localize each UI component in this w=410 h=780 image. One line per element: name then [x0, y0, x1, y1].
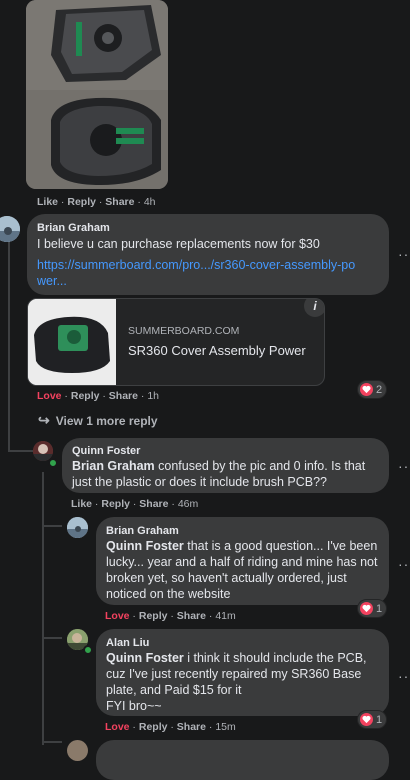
- reaction-count[interactable]: 1: [358, 600, 387, 617]
- scooter-cover-photo: [26, 0, 168, 189]
- thread-line: [42, 472, 44, 745]
- reply-button[interactable]: Reply: [71, 390, 100, 402]
- thread-line: [8, 420, 10, 450]
- reaction-count-text: 1: [376, 713, 383, 726]
- comment-actions: Love · Reply · Share · 15m: [105, 721, 236, 733]
- link-preview-card[interactable]: SUMMERBOARD.COM SR360 Cover Assembly Pow…: [27, 298, 325, 386]
- comment-actions: Love · Reply · Share · 41m: [105, 610, 236, 622]
- reply-bubble: Brian Graham Quinn Foster that is a good…: [96, 517, 389, 605]
- reaction-count[interactable]: 1: [358, 711, 387, 728]
- reaction-count[interactable]: 2: [358, 381, 387, 398]
- comment-author[interactable]: Quinn Foster: [72, 445, 140, 457]
- comment-author[interactable]: Alan Liu: [106, 637, 149, 649]
- comment-actions: Like · Reply · Share · 46m: [71, 498, 199, 510]
- comment-text: Quinn Foster i think it should include t…: [106, 650, 384, 714]
- reply-bubble: [96, 740, 389, 780]
- comment-actions: Love · Reply · Share · 1h: [37, 390, 160, 402]
- comment-text: Brian Graham confused by the pic and 0 i…: [72, 458, 382, 490]
- more-options-icon[interactable]: ···: [398, 556, 410, 572]
- share-button[interactable]: Share: [139, 498, 168, 510]
- share-button[interactable]: Share: [177, 721, 206, 733]
- thread-line: [42, 637, 62, 639]
- attached-photo[interactable]: [26, 0, 168, 189]
- online-status-dot: [83, 645, 93, 655]
- reply-button[interactable]: Reply: [67, 196, 96, 208]
- comment-text: I believe u can purchase replacements no…: [37, 237, 320, 251]
- reply-button[interactable]: Reply: [139, 610, 168, 622]
- preview-image: [28, 299, 116, 385]
- comment-text: Quinn Foster that is a good question... …: [106, 538, 384, 602]
- mention-link[interactable]: Quinn Foster: [106, 651, 184, 665]
- more-options-icon[interactable]: ···: [398, 668, 410, 684]
- photo-comment-actions: Like · Reply · Share · 4h: [37, 196, 156, 208]
- love-reaction-button[interactable]: Love: [37, 390, 62, 402]
- avatar[interactable]: [0, 216, 20, 242]
- online-status-dot: [48, 458, 58, 468]
- like-button[interactable]: Like: [37, 196, 58, 208]
- reply-arrow-icon: ↪: [38, 412, 50, 428]
- avatar[interactable]: [67, 517, 88, 538]
- reply-button[interactable]: Reply: [139, 721, 168, 733]
- avatar[interactable]: [67, 740, 88, 761]
- reaction-count-text: 1: [376, 602, 383, 615]
- thread-line: [42, 525, 62, 527]
- timestamp[interactable]: 46m: [178, 498, 198, 510]
- more-options-icon[interactable]: ···: [398, 246, 410, 262]
- thread-line: [42, 741, 62, 743]
- timestamp[interactable]: 1h: [147, 390, 159, 402]
- share-button[interactable]: Share: [105, 196, 134, 208]
- like-button[interactable]: Like: [71, 498, 92, 510]
- heart-icon: [360, 602, 373, 615]
- reaction-count-text: 2: [376, 383, 383, 396]
- reply-button[interactable]: Reply: [101, 498, 130, 510]
- comment-bubble: Brian Graham I believe u can purchase re…: [27, 214, 389, 295]
- share-button[interactable]: Share: [109, 390, 138, 402]
- timestamp[interactable]: 4h: [144, 196, 156, 208]
- preview-domain: SUMMERBOARD.COM: [128, 325, 240, 337]
- love-reaction-button[interactable]: Love: [105, 721, 130, 733]
- comment-bubble: Quinn Foster Brian Graham confused by th…: [62, 438, 389, 493]
- view-more-replies[interactable]: ↪ View 1 more reply: [38, 412, 158, 429]
- info-icon[interactable]: i: [304, 299, 324, 317]
- more-options-icon[interactable]: ···: [398, 458, 410, 474]
- love-reaction-button[interactable]: Love: [105, 610, 130, 622]
- mention-link[interactable]: Quinn Foster: [106, 539, 184, 553]
- view-more-label: View 1 more reply: [55, 413, 158, 428]
- thread-line: [8, 240, 10, 420]
- share-button[interactable]: Share: [177, 610, 206, 622]
- timestamp[interactable]: 41m: [215, 610, 235, 622]
- comment-body-line2: FYI bro~~: [106, 699, 162, 713]
- heart-icon: [360, 383, 373, 396]
- preview-title: SR360 Cover Assembly Power: [128, 343, 306, 358]
- comment-link[interactable]: https://summerboard.com/pro.../sr360-cov…: [37, 257, 357, 289]
- comment-author[interactable]: Brian Graham: [106, 525, 179, 537]
- reply-bubble: Alan Liu Quinn Foster i think it should …: [96, 629, 389, 716]
- heart-icon: [360, 713, 373, 726]
- comment-author[interactable]: Brian Graham: [37, 222, 110, 234]
- timestamp[interactable]: 15m: [215, 721, 235, 733]
- mention-link[interactable]: Brian Graham: [72, 459, 155, 473]
